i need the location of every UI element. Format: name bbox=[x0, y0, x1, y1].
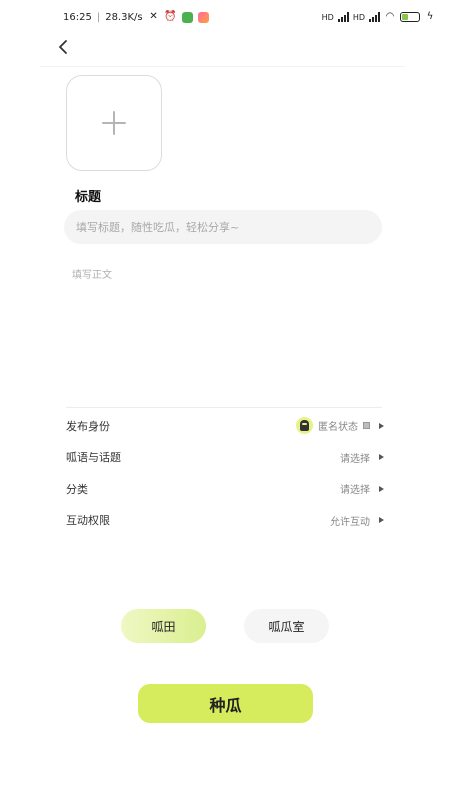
mini-square-icon bbox=[363, 422, 370, 430]
settings-row-identity[interactable]: 发布身份 匿名状态 bbox=[66, 410, 384, 442]
back-button[interactable] bbox=[50, 34, 76, 60]
segment-gua-tian[interactable]: 呱田 bbox=[121, 609, 206, 643]
header-divider bbox=[40, 66, 405, 67]
settings-row-interaction[interactable]: 互动权限 允许互动 bbox=[66, 505, 384, 537]
status-left: 16:25 | 28.3K/s ✕ ⏰ bbox=[63, 11, 209, 23]
settings-row-right: 匿名状态 bbox=[296, 417, 384, 435]
battery-icon bbox=[400, 12, 420, 22]
status-network-speed: 28.3K/s bbox=[105, 11, 143, 23]
wifi-icon: ◠ bbox=[385, 11, 395, 22]
settings-list: 发布身份 匿名状态 呱语与话题 请选择 分类 请选择 互动权限 允许互动 bbox=[66, 410, 384, 536]
anonymous-avatar bbox=[296, 417, 313, 435]
settings-row-label: 发布身份 bbox=[66, 419, 110, 433]
chevron-left-icon bbox=[59, 40, 67, 54]
app-notification-icon bbox=[181, 11, 193, 23]
submit-button[interactable]: 种瓜 bbox=[138, 684, 313, 723]
battery-fill bbox=[402, 14, 408, 20]
status-separator: | bbox=[96, 11, 101, 23]
settings-row-category[interactable]: 分类 请选择 bbox=[66, 473, 384, 505]
add-image-button[interactable] bbox=[66, 75, 162, 171]
settings-row-label: 分类 bbox=[66, 482, 88, 496]
settings-row-value: 匿名状态 bbox=[318, 422, 358, 434]
signal-icon bbox=[337, 12, 349, 22]
plus-icon bbox=[102, 111, 126, 135]
title-label: 标题 bbox=[75, 190, 102, 205]
arrow-right-icon bbox=[379, 454, 384, 461]
settings-row-right: 请选择 bbox=[340, 481, 384, 496]
settings-row-label: 呱语与话题 bbox=[66, 451, 121, 465]
arrow-right-icon bbox=[379, 422, 384, 429]
app-notification-icon-2 bbox=[197, 11, 209, 23]
settings-row-right: 允许互动 bbox=[330, 513, 384, 528]
settings-divider bbox=[66, 407, 382, 408]
anonymous-avatar-icon bbox=[300, 420, 309, 432]
charging-icon: ϟ bbox=[426, 11, 434, 22]
body-input[interactable] bbox=[66, 262, 382, 402]
network-type-label-2: HD bbox=[352, 12, 365, 22]
arrow-right-icon bbox=[379, 517, 384, 524]
settings-row-label: 互动权限 bbox=[66, 514, 110, 528]
settings-row-topic[interactable]: 呱语与话题 请选择 bbox=[66, 442, 384, 474]
settings-row-value: 请选择 bbox=[340, 453, 370, 465]
arrow-right-icon bbox=[379, 485, 384, 492]
settings-row-value: 请选择 bbox=[340, 485, 370, 497]
segment-gua-gua-shi[interactable]: 呱瓜室 bbox=[244, 609, 329, 643]
status-bar: 16:25 | 28.3K/s ✕ ⏰ HD HD ◠ ϟ bbox=[0, 0, 450, 34]
bluetooth-off-icon: ✕ bbox=[149, 11, 158, 22]
status-right: HD HD ◠ ϟ bbox=[322, 11, 436, 23]
signal-icon-2 bbox=[369, 12, 380, 22]
settings-row-value: 允许互动 bbox=[330, 516, 370, 528]
status-time: 16:25 bbox=[63, 11, 92, 23]
alarm-icon: ⏰ bbox=[164, 11, 177, 22]
settings-row-right: 请选择 bbox=[340, 450, 384, 465]
title-input[interactable] bbox=[64, 210, 382, 244]
network-type-label: HD bbox=[321, 12, 334, 22]
